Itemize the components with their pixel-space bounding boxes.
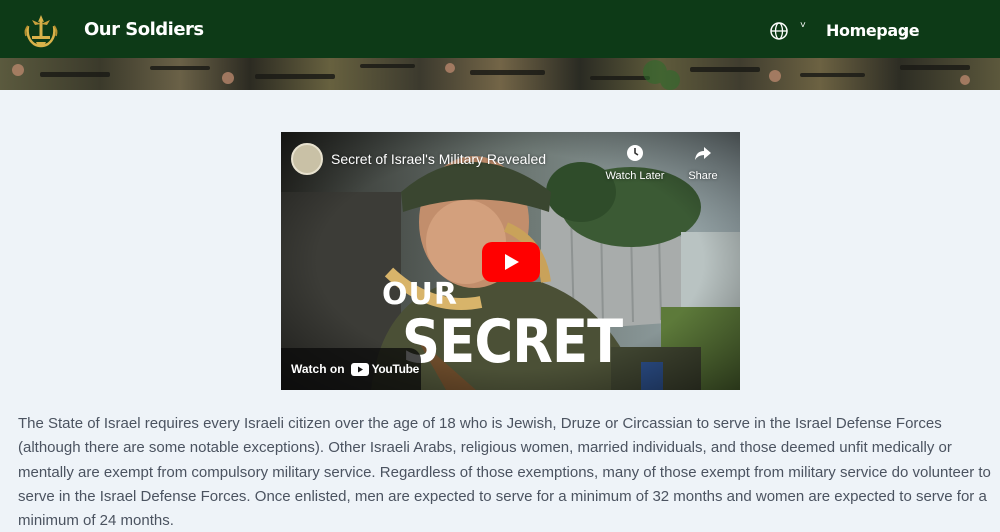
youtube-label: YouTube xyxy=(371,362,420,376)
youtube-video-embed[interactable]: Secret of Israel's Military Revealed Wat… xyxy=(281,132,740,390)
site-title[interactable]: Our Soldiers xyxy=(84,19,204,40)
globe-icon[interactable] xyxy=(770,22,788,40)
share-label: Share xyxy=(688,170,718,182)
youtube-logo-icon: YouTube xyxy=(350,362,420,376)
article-paragraph: The State of Israel requires every Israe… xyxy=(18,415,991,530)
watch-on-youtube-button[interactable]: Watch on YouTube xyxy=(281,348,421,390)
share-arrow-icon xyxy=(695,147,711,160)
share-button[interactable]: Share xyxy=(685,144,721,184)
chevron-down-icon[interactable]: ˅ xyxy=(800,20,806,31)
play-button-icon[interactable] xyxy=(482,242,540,282)
watch-on-label: Watch on xyxy=(291,362,345,376)
top-navigation-bar: Our Soldiers ˅ Homepage › xyxy=(0,0,1000,58)
video-overlay-text-secret: SECRET xyxy=(402,307,623,377)
watch-later-label: Watch Later xyxy=(605,170,665,182)
idf-emblem-icon[interactable] xyxy=(20,12,62,52)
video-title[interactable]: Secret of Israel's Military Revealed xyxy=(331,151,546,167)
watch-later-button[interactable]: Watch Later xyxy=(603,144,667,184)
soldiers-banner-image xyxy=(0,58,1000,90)
clock-icon xyxy=(627,145,643,161)
chevron-right-icon[interactable]: › xyxy=(902,22,907,38)
channel-avatar[interactable] xyxy=(291,143,323,175)
